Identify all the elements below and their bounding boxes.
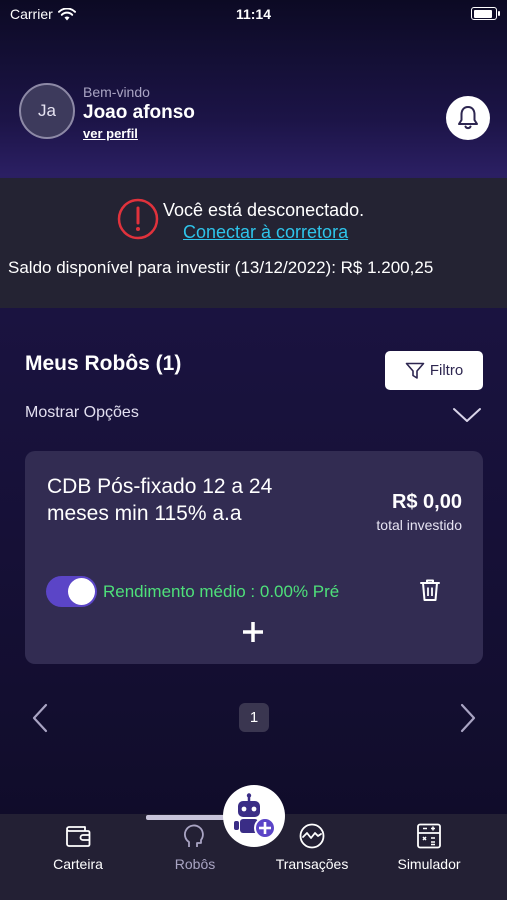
active-tab-indicator [146, 815, 226, 820]
tab-label-carteira: Carteira [53, 856, 103, 872]
notifications-button[interactable] [446, 96, 490, 140]
my-robots-title: Meus Robôs (1) [25, 352, 182, 375]
battery-fill [473, 9, 492, 18]
robot-active-toggle[interactable] [46, 576, 97, 607]
tab-label-transacoes: Transações [275, 856, 349, 872]
toggle-knob [68, 578, 95, 605]
connect-broker-link[interactable]: Conectar à corretora [183, 222, 348, 243]
show-options-label[interactable]: Mostrar Opções [25, 404, 139, 422]
tab-label-simulador: Simulador [397, 856, 461, 872]
avatar[interactable]: Ja [19, 83, 75, 139]
transactions-icon [299, 823, 325, 849]
tab-carteira[interactable]: Carteira [28, 822, 128, 872]
chevron-down-icon[interactable] [451, 405, 483, 425]
average-yield: Rendimento médio : 0.00% Pré [103, 582, 340, 601]
available-balance: Saldo disponível para investir (13/12/20… [8, 258, 434, 277]
robot-title: CDB Pós-fixado 12 a 24 meses min 115% a.… [47, 475, 273, 525]
filter-button[interactable]: Filtro [385, 351, 483, 390]
invested-amount: R$ 0,00 [391, 491, 462, 513]
plus-icon[interactable] [242, 621, 264, 643]
user-header: Ja Bem-vindo Joao afonso ver perfil [0, 80, 507, 150]
trash-icon[interactable] [419, 578, 441, 602]
alert-circle-icon [117, 198, 159, 240]
chevron-left-icon[interactable] [30, 702, 50, 734]
add-robot-button[interactable] [223, 785, 285, 847]
battery-icon [471, 7, 500, 20]
calculator-icon [417, 823, 441, 849]
tab-simulador[interactable]: Simulador [379, 822, 479, 872]
filter-icon [405, 362, 425, 379]
view-profile-link[interactable]: ver perfil [83, 126, 138, 141]
welcome-label: Bem-vindo [83, 84, 150, 100]
disconnected-banner: Você está desconectado. Conectar à corre… [0, 178, 507, 308]
wallet-icon [66, 826, 91, 847]
status-bar: Carrier 11:14 [0, 0, 507, 30]
filter-label: Filtro [429, 362, 464, 379]
invested-amount-label: total investido [376, 517, 462, 533]
robot-card[interactable]: CDB Pós-fixado 12 a 24 meses min 115% a.… [25, 451, 483, 664]
disconnected-message: Você está desconectado. [163, 200, 365, 220]
page-number[interactable]: 1 [239, 703, 269, 732]
chevron-right-icon[interactable] [458, 702, 478, 734]
robot-head-icon [184, 824, 204, 847]
app-screen: Carrier 11:14 Ja Bem-vindo Joao afonso v… [0, 0, 507, 900]
tab-label-robos: Robôs [174, 856, 216, 872]
clock: 11:14 [235, 6, 272, 22]
add-robot-icon [234, 793, 276, 839]
username: Joao afonso [83, 102, 195, 123]
bell-icon [458, 106, 478, 130]
